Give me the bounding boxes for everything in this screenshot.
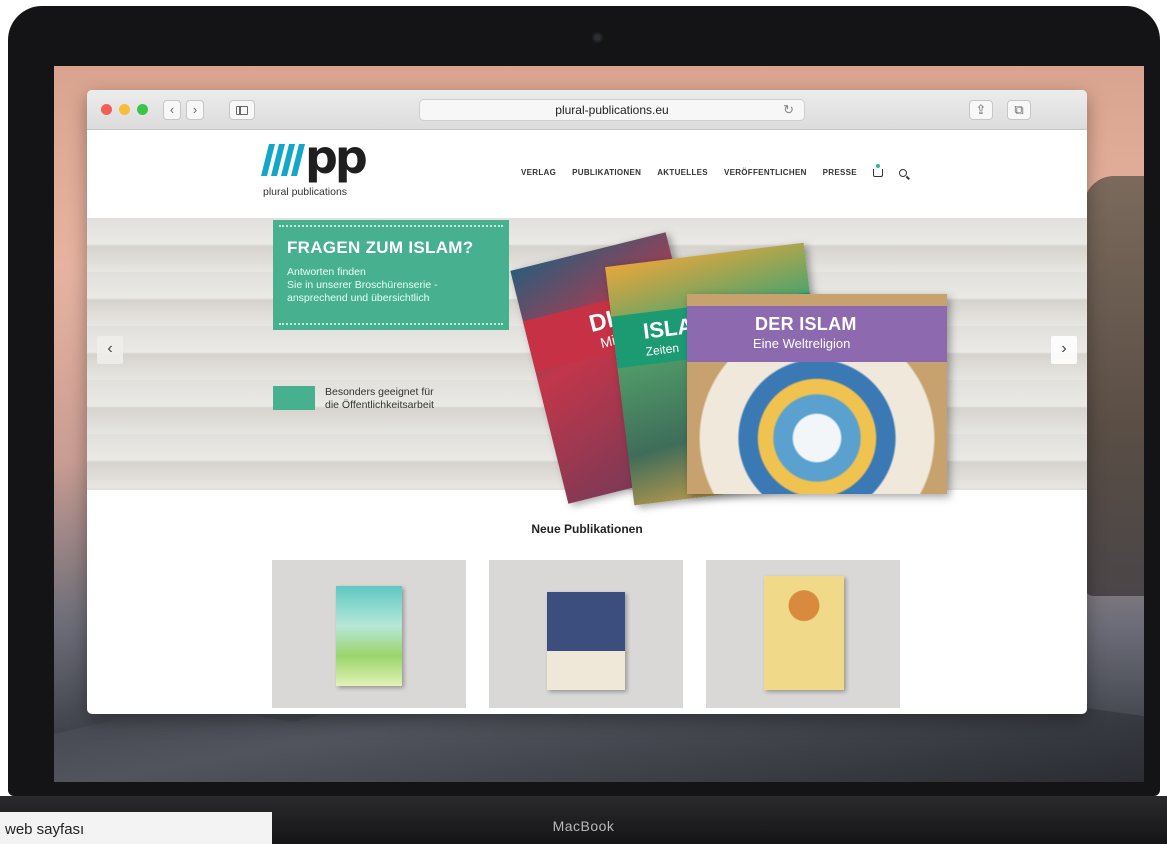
close-window-button[interactable] <box>101 104 112 115</box>
share-button[interactable]: ⇪ <box>969 100 993 120</box>
hero-badge: Besonders geeignet für die Öffentlichkei… <box>273 386 434 412</box>
nav-verlag[interactable]: VERLAG <box>521 168 556 177</box>
publication-card[interactable] <box>706 560 900 708</box>
browser-toolbar: ‹ › plural-publications.eu ↻ ⇪ ⧉ <box>87 90 1087 130</box>
publication-card[interactable] <box>272 560 466 708</box>
hero-book: DER ISLAM Eine Weltreligion <box>687 294 947 494</box>
site-logo[interactable]: pp plural publications <box>261 134 373 204</box>
tab-overview-button[interactable]: ⧉ <box>1007 100 1031 120</box>
logo-bars-icon <box>261 144 309 176</box>
badge-text: die Öffentlichkeitsarbeit <box>325 399 434 411</box>
back-button[interactable]: ‹ <box>163 100 181 120</box>
hero-line: Antworten finden <box>287 266 366 278</box>
reload-icon[interactable]: ↻ <box>783 100 794 120</box>
site-header: pp plural publications VERLAG PUBLIKATIO… <box>87 130 1087 218</box>
publication-card[interactable] <box>489 560 683 708</box>
hero-headline: FRAGEN ZUM ISLAM? <box>287 238 474 257</box>
minimize-window-button[interactable] <box>119 104 130 115</box>
image-caption: yi web sayfası <box>0 812 272 844</box>
publication-cover <box>336 586 402 686</box>
sidebar-toggle-button[interactable] <box>229 100 255 120</box>
hero-line: Sie in unserer Broschürenserie - <box>287 279 438 291</box>
book-title: DER ISLAM <box>755 314 857 334</box>
hero-promo-box[interactable]: FRAGEN ZUM ISLAM? Antworten finden Sie i… <box>273 220 509 330</box>
address-bar[interactable]: plural-publications.eu ↻ <box>419 99 805 121</box>
publication-cover <box>764 576 844 690</box>
book-subtitle: Eine Weltreligion <box>753 336 851 351</box>
zoom-window-button[interactable] <box>137 104 148 115</box>
badge-text: Besonders geeignet für <box>325 386 434 398</box>
slider-next-button[interactable]: › <box>1051 336 1077 364</box>
browser-window: ‹ › plural-publications.eu ↻ ⇪ ⧉ pp plur… <box>87 90 1087 714</box>
section-title: Neue Publikationen <box>531 522 643 536</box>
cart-icon[interactable] <box>872 163 883 177</box>
search-icon[interactable] <box>898 168 907 177</box>
camera-icon <box>594 34 601 41</box>
wallpaper-rock <box>1084 176 1144 596</box>
nav-presse[interactable]: PRESSE <box>823 168 857 177</box>
badge-swatch <box>273 386 315 410</box>
logo-mark: pp <box>305 130 368 184</box>
slider-prev-button[interactable]: ‹ <box>97 336 123 364</box>
main-nav: VERLAG PUBLIKATIONEN AKTUELLES VERÖFFENT… <box>521 163 907 177</box>
publication-cover <box>547 592 625 690</box>
logo-subtitle: plural publications <box>263 186 348 198</box>
hero-slider: FRAGEN ZUM ISLAM? Antworten finden Sie i… <box>87 218 1087 506</box>
nav-publikationen[interactable]: PUBLIKATIONEN <box>572 168 641 177</box>
caption-text: yi web sayfası <box>0 821 85 838</box>
laptop-frame: ‹ › plural-publications.eu ↻ ⇪ ⧉ pp plur… <box>8 6 1160 796</box>
url-text: plural-publications.eu <box>555 103 669 117</box>
nav-aktuelles[interactable]: AKTUELLES <box>657 168 708 177</box>
hero-line: ansprechend und übersichtlich <box>287 292 430 304</box>
forward-button[interactable]: › <box>186 100 204 120</box>
nav-veroeffentlichen[interactable]: VERÖFFENTLICHEN <box>724 168 807 177</box>
sidebar-icon <box>236 106 248 115</box>
screen: ‹ › plural-publications.eu ↻ ⇪ ⧉ pp plur… <box>54 66 1144 782</box>
